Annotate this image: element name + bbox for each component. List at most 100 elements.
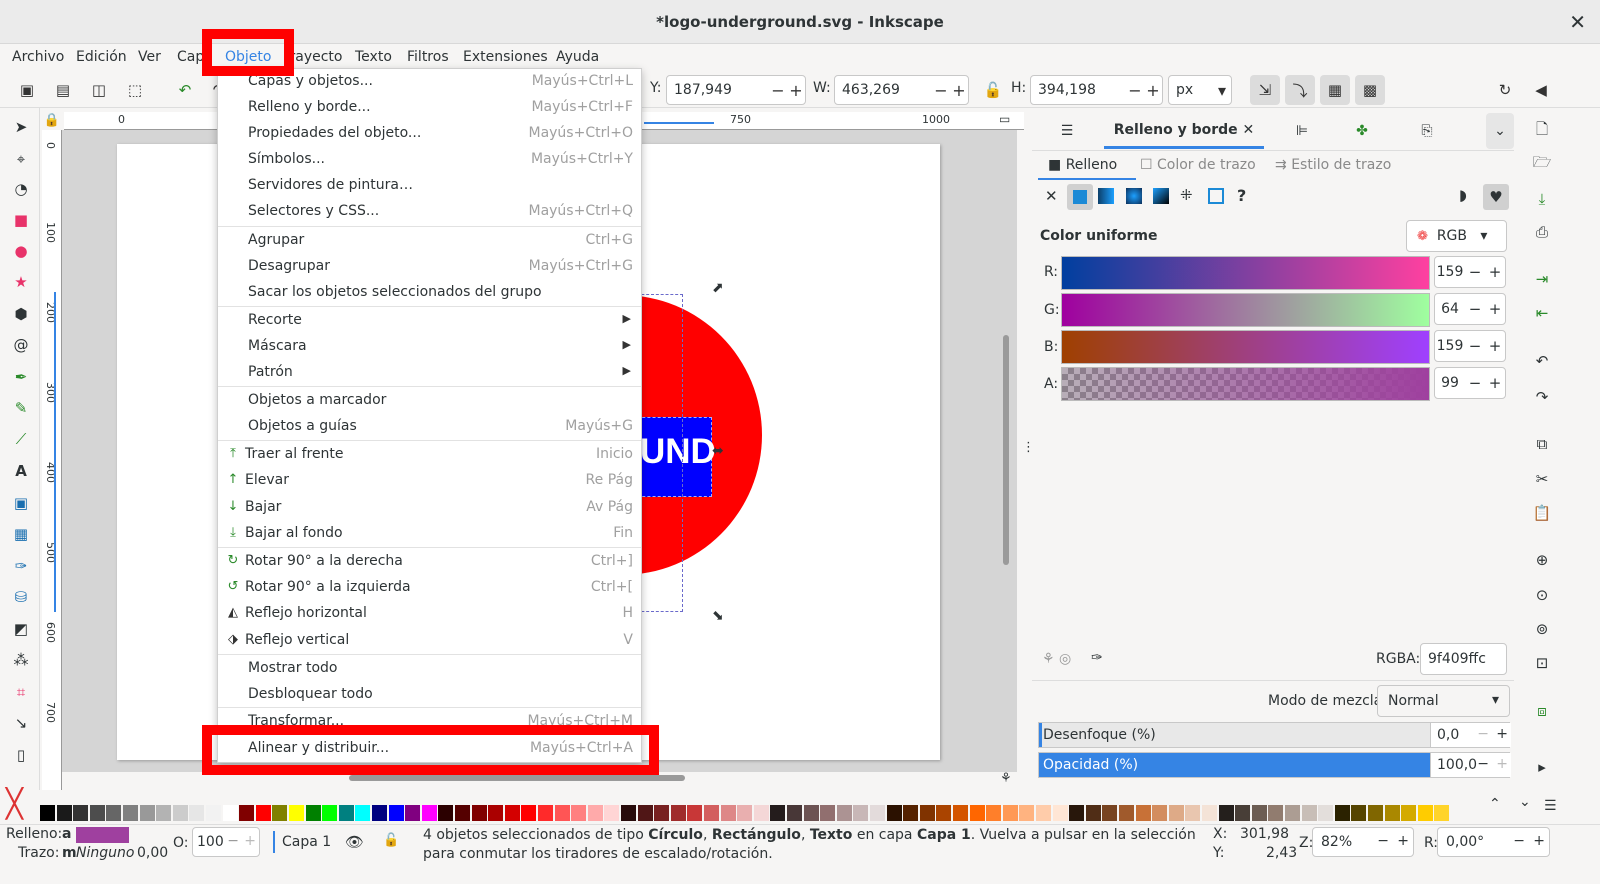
menu-item-objetos-a-guias[interactable]: Objetos a guías Mayús+G — [218, 414, 641, 440]
zoom-width-icon[interactable]: ⊡ — [1531, 652, 1553, 674]
color-swatch[interactable] — [787, 805, 802, 821]
color-swatch[interactable] — [1085, 805, 1101, 821]
node-tool-icon[interactable]: ⌖ — [10, 148, 32, 170]
connector-tool-icon[interactable]: ↘ — [10, 712, 32, 734]
plus-icon[interactable]: + — [950, 81, 968, 100]
color-swatch[interactable] — [388, 805, 404, 821]
subtab-stroke-paint[interactable]: ☐ Color de trazo — [1140, 157, 1256, 173]
transform-gradients-icon[interactable]: ▦ — [1320, 75, 1350, 105]
plus-icon[interactable]: + — [787, 81, 805, 100]
layers-tab-icon[interactable]: ☰ — [1046, 113, 1088, 149]
no-color-icon[interactable]: ╳ — [6, 790, 36, 820]
color-swatch[interactable] — [405, 805, 421, 821]
color-swatch[interactable] — [322, 805, 338, 821]
close-icon[interactable]: ✕ — [1569, 10, 1586, 34]
color-swatch[interactable] — [1069, 805, 1085, 821]
color-swatch[interactable] — [753, 805, 769, 821]
chevron-down-icon[interactable]: ⌄ — [1519, 794, 1531, 810]
radial-gradient-icon[interactable] — [1126, 188, 1142, 204]
mesh-gradient-icon[interactable] — [1153, 188, 1169, 204]
color-swatch[interactable] — [853, 805, 869, 821]
color-swatch[interactable] — [488, 805, 504, 821]
color-swatch[interactable] — [604, 805, 620, 821]
scale-corners-icon[interactable]: ⤵ — [1285, 75, 1315, 105]
blur-input[interactable]: 0,0 − + — [1430, 723, 1511, 747]
layer-name[interactable]: Capa 1 — [282, 834, 331, 850]
minus-icon[interactable]: − — [1477, 726, 1489, 742]
mesh-tool-icon[interactable]: ▦ — [10, 523, 32, 545]
fill-rule-nonzero-icon[interactable]: ♥ — [1483, 184, 1509, 210]
color-swatch[interactable] — [56, 805, 72, 821]
opacity-input[interactable]: 100,0− + — [1430, 753, 1511, 777]
xml-tab-icon[interactable]: ✤ — [1342, 113, 1382, 149]
collapse-left-icon[interactable]: ◀ — [1528, 77, 1554, 103]
minus-icon[interactable]: − — [1126, 81, 1144, 100]
color-swatch[interactable] — [770, 805, 786, 821]
linear-gradient-icon[interactable] — [1098, 188, 1114, 204]
plus-icon[interactable]: + — [1533, 833, 1545, 849]
minus-icon[interactable]: − — [1465, 337, 1485, 355]
pages-tool-icon[interactable]: ▯ — [10, 744, 32, 766]
color-swatch[interactable] — [687, 805, 703, 821]
plus-icon[interactable]: + — [1485, 374, 1505, 392]
menu-texto[interactable]: Texto — [355, 49, 392, 65]
pencil-tool-icon[interactable]: ✎ — [10, 397, 32, 419]
opacity-slider[interactable]: Opacidad (%) 100,0− + — [1038, 752, 1511, 778]
tweak-tool-icon[interactable]: ◔ — [10, 178, 32, 200]
print-icon[interactable]: ⎙ — [1531, 221, 1553, 243]
display-mode-icon[interactable]: ▭ — [999, 112, 1017, 128]
deselect-icon[interactable]: ◫ — [86, 77, 112, 103]
save-icon[interactable]: ⤓ — [1531, 188, 1553, 210]
plus-icon[interactable]: + — [1485, 300, 1505, 318]
pen-tool-icon[interactable]: ✒ — [10, 366, 32, 388]
circle-tool-icon[interactable]: ● — [10, 240, 32, 262]
rotation-spin[interactable]: 0,00° − + — [1437, 827, 1550, 857]
color-picker-icon[interactable]: ✑ — [1091, 650, 1103, 666]
color-swatch[interactable] — [919, 805, 935, 821]
menu-ayuda[interactable]: Ayuda — [556, 49, 599, 65]
horizontal-scrollbar[interactable] — [349, 775, 685, 781]
color-swatch[interactable] — [172, 805, 188, 821]
color-swatch[interactable] — [1334, 805, 1350, 821]
close-tab-icon[interactable]: ✕ — [1243, 122, 1255, 138]
tab-fill-stroke[interactable]: Relleno y borde ✕ — [1104, 113, 1264, 149]
color-swatch[interactable] — [969, 805, 985, 821]
vertical-scrollbar[interactable] — [1003, 335, 1009, 565]
no-paint-icon[interactable]: ✕ — [1045, 187, 1058, 205]
color-swatch[interactable] — [305, 805, 321, 821]
color-swatch[interactable] — [621, 805, 636, 821]
a-field[interactable]: 99− + — [1434, 367, 1506, 399]
color-swatch[interactable] — [438, 805, 454, 821]
color-swatch[interactable] — [1351, 805, 1367, 821]
color-swatch[interactable] — [106, 805, 122, 821]
export-tab-icon[interactable]: ⎘ — [1407, 113, 1447, 149]
color-swatch[interactable] — [338, 805, 354, 821]
eraser-tool-icon[interactable]: ◩ — [10, 618, 32, 640]
color-swatch[interactable] — [372, 805, 387, 821]
color-swatch[interactable] — [1102, 805, 1118, 821]
menu-item-mascara[interactable]: Máscara ▶ — [218, 334, 641, 360]
paste-icon[interactable]: 📋 — [1531, 502, 1553, 524]
zoom-drawing-icon[interactable]: ⊙ — [1531, 584, 1553, 606]
unset-paint-icon[interactable]: ? — [1237, 186, 1246, 205]
menu-item-rotar-90-a-la-izquierda[interactable]: ↺ Rotar 90° a la izquierda Ctrl+[ — [218, 575, 641, 601]
color-swatch[interactable] — [1384, 805, 1400, 821]
eye-icon[interactable]: 👁 — [345, 833, 364, 851]
cms-icon[interactable]: ⚘ ◎ — [1042, 651, 1071, 667]
h-field[interactable]: 394,198 − + — [1030, 75, 1163, 105]
color-swatch[interactable] — [73, 805, 89, 821]
undo-icon[interactable]: ↶ — [1531, 350, 1553, 372]
subtab-stroke-style[interactable]: ⇉ Estilo de trazo — [1275, 157, 1391, 173]
color-swatch[interactable] — [554, 805, 570, 821]
menu-item-simbolos[interactable]: Símbolos... Mayús+Ctrl+Y — [218, 147, 641, 173]
color-swatch[interactable] — [1301, 805, 1317, 821]
b-field[interactable]: 159− + — [1434, 330, 1506, 362]
plus-icon[interactable]: + — [1496, 756, 1508, 772]
spiral-tool-icon[interactable]: @ — [10, 334, 32, 356]
menu-item-recorte[interactable]: Recorte ▶ — [218, 308, 641, 334]
subtab-fill[interactable]: ■ Relleno — [1048, 157, 1117, 173]
color-swatch[interactable] — [870, 805, 885, 821]
spray-tool-icon[interactable]: ⁂ — [10, 649, 32, 671]
pattern-icon[interactable]: ⁜ — [1180, 186, 1193, 204]
menu-item-traer-al-frente[interactable]: ⤒ Traer al frente Inicio — [218, 442, 641, 468]
